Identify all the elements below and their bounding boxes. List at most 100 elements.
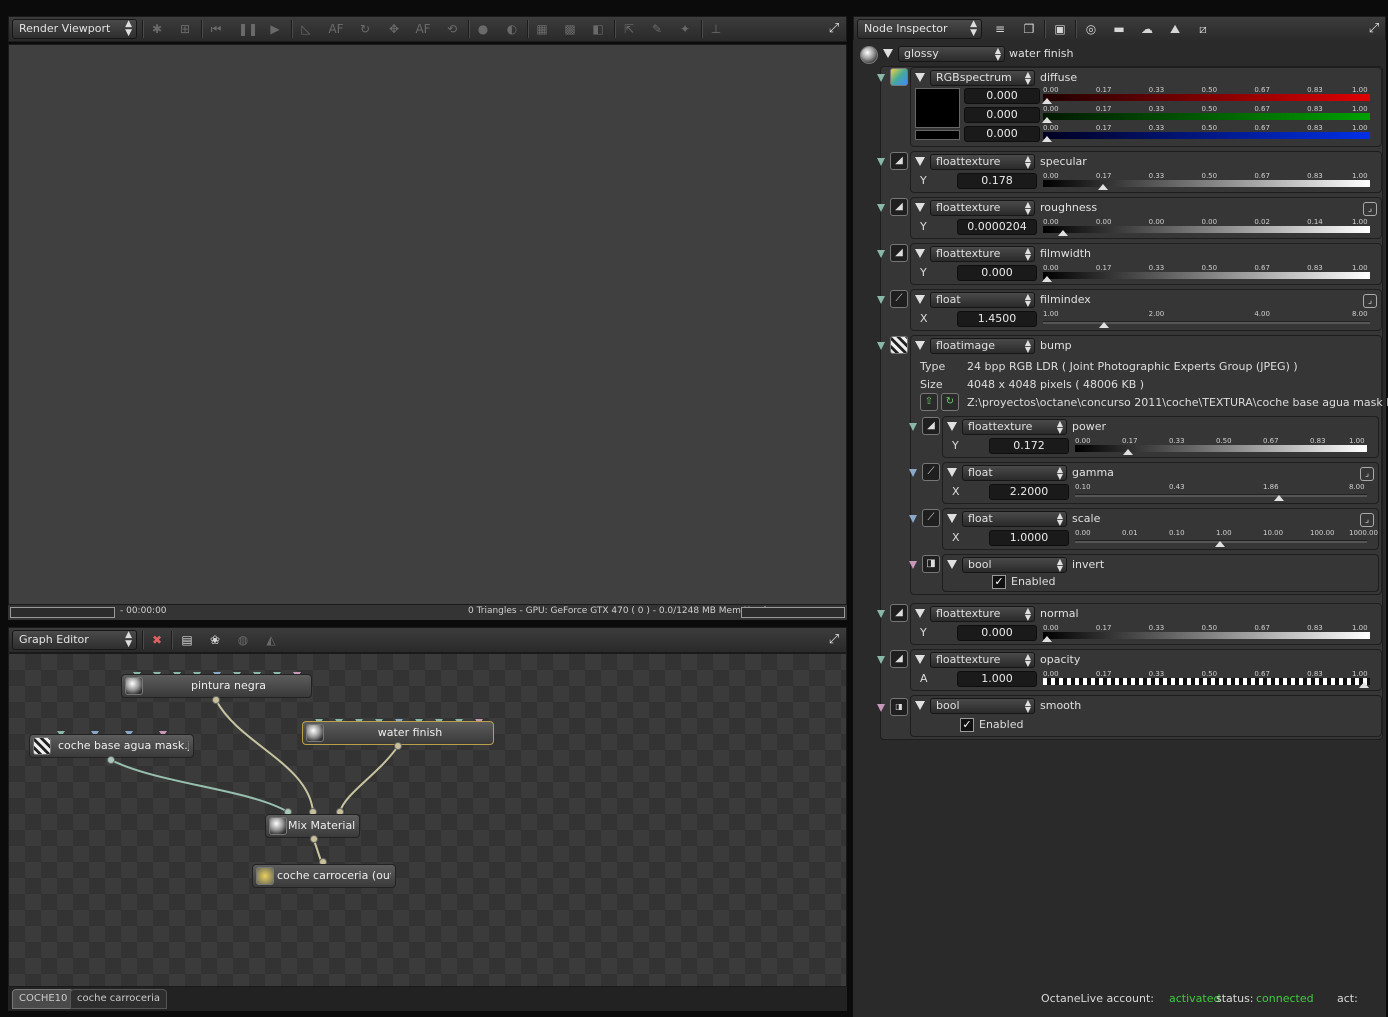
diffuse-green-value[interactable]: 0.000	[964, 107, 1040, 123]
grid-icon[interactable]: ⊞	[176, 20, 194, 38]
output-pin[interactable]	[394, 742, 402, 750]
kernel-icon[interactable]: ◎	[1082, 20, 1100, 38]
output-pin[interactable]	[212, 696, 220, 704]
output-pin[interactable]	[107, 756, 115, 764]
tab-coche10[interactable]: COCHE10	[12, 989, 75, 1009]
slider-track[interactable]	[1043, 180, 1370, 187]
filmwidth-slider[interactable]: 0.00 0.17 0.33 0.50 0.67 0.83 1.00	[1042, 264, 1370, 282]
specular-slider[interactable]: 0.00 0.17 0.33 0.50 0.67 0.83 1.00	[1043, 172, 1370, 190]
delete-icon[interactable]: ✖	[148, 631, 166, 649]
diffuse-red-value[interactable]: 0.000	[964, 88, 1040, 104]
input-pin-icon[interactable]	[877, 250, 885, 258]
opacity-value-field[interactable]: 1.000	[957, 671, 1037, 687]
scale-type-select[interactable]: float ▲ ▼	[962, 511, 1067, 527]
input-pin-icon[interactable]	[909, 561, 917, 569]
camera-settings-icon[interactable]: ▣	[1051, 20, 1069, 38]
specular-type-select[interactable]: floattexture ▲ ▼	[930, 154, 1035, 170]
material-type-select[interactable]: glossy ▲ ▼	[898, 46, 1005, 62]
load-material-icon[interactable]: ❀	[206, 631, 224, 649]
slider-handle[interactable]	[1098, 184, 1109, 190]
diffuse-red-slider[interactable]: 0.00 0.17 0.33 0.50 0.67 0.83 1.00	[1042, 86, 1370, 104]
environment-icon[interactable]: ☁	[1138, 20, 1156, 38]
slider-handle[interactable]	[1122, 449, 1133, 455]
sphere-alt-icon[interactable]: ◐	[503, 20, 521, 38]
input-pin-icon[interactable]	[877, 296, 885, 304]
opacity-type-select[interactable]: floattexture ▲ ▼	[930, 652, 1035, 668]
inspector-selector[interactable]: Node Inspector ▲ ▼	[857, 19, 982, 39]
gamma-slider[interactable]: 0.10 0.43 1.86 8.00	[1075, 483, 1367, 501]
collapse-triangle-icon[interactable]	[915, 203, 925, 212]
collapse-triangle-icon[interactable]	[915, 609, 925, 618]
copy-icon[interactable]: ❐	[1020, 20, 1038, 38]
collapse-triangle-icon[interactable]	[883, 49, 893, 58]
gamma-value-field[interactable]: 2.2000	[989, 484, 1069, 500]
collapse-triangle-icon[interactable]	[915, 295, 925, 304]
curve-icon[interactable]: ⌟	[1363, 294, 1377, 308]
diffuse-type-select[interactable]: RGBspectrum ▲ ▼	[930, 70, 1035, 86]
slider-handle[interactable]	[1099, 322, 1110, 328]
maximize-icon[interactable]: ⤢	[827, 633, 841, 647]
specular-value-field[interactable]: 0.178	[957, 173, 1037, 189]
input-pin-icon[interactable]	[909, 515, 917, 523]
slider-handle[interactable]	[1042, 636, 1052, 642]
roughness-type-select[interactable]: floattexture ▲ ▼	[930, 200, 1035, 216]
input-pin-icon[interactable]	[877, 74, 885, 82]
reload-icon[interactable]: ↻	[941, 393, 959, 411]
slider-track[interactable]	[1043, 678, 1370, 685]
graph-editor-selector[interactable]: Graph Editor ▲ ▼	[12, 630, 137, 650]
invert-type-select[interactable]: bool ▲ ▼	[962, 557, 1067, 573]
output-pin[interactable]	[310, 835, 318, 843]
power-slider[interactable]: 0.00 0.17 0.33 0.50 0.67 0.83 1.00	[1075, 437, 1367, 455]
invert-checkbox[interactable]: ✓	[992, 575, 1006, 589]
normal-value-field[interactable]: 0.000	[957, 625, 1037, 641]
slider-track[interactable]	[1043, 632, 1370, 639]
gamma-type-select[interactable]: float ▲ ▼	[962, 465, 1067, 481]
node-pintura-negra[interactable]: pintura negra	[121, 674, 312, 698]
slider-track[interactable]	[1043, 94, 1370, 101]
tab-coche-carroceria[interactable]: coche carroceria	[70, 989, 168, 1009]
opacity-slider[interactable]: 0.00 0.17 0.33 0.50 0.67 0.83 1.00	[1043, 670, 1370, 688]
filmwidth-type-select[interactable]: floattexture ▲ ▼	[930, 246, 1035, 262]
maximize-icon[interactable]: ⤢	[1367, 22, 1381, 36]
af-icon[interactable]: AF	[327, 20, 345, 38]
slider-handle[interactable]	[1042, 276, 1052, 282]
slider-track[interactable]	[1043, 226, 1370, 233]
region-icon[interactable]: ◧	[589, 20, 607, 38]
camera-icon[interactable]: ✱	[148, 20, 166, 38]
node-coche-carroceria-out[interactable]: coche carroceria (out)	[252, 864, 396, 888]
pan-icon[interactable]: ✥	[385, 20, 403, 38]
diffuse-blue-value[interactable]: 0.000	[964, 126, 1040, 142]
collapse-triangle-icon[interactable]	[947, 514, 957, 523]
rewind-icon[interactable]: ⏮	[207, 20, 225, 38]
add-node-icon[interactable]: ▤	[178, 631, 196, 649]
align-icon[interactable]: ≡	[991, 20, 1009, 38]
slider-track[interactable]	[1043, 132, 1370, 139]
star-icon[interactable]: ✦	[676, 20, 694, 38]
pick-icon[interactable]: ✎	[648, 20, 666, 38]
roughness-slider[interactable]: 0.00 0.00 0.00 0.00 0.02 0.14 1.00	[1043, 218, 1370, 236]
diffuse-green-slider[interactable]: 0.00 0.17 0.33 0.50 0.67 0.83 1.00	[1042, 105, 1370, 123]
slider-track[interactable]	[1043, 321, 1370, 324]
smooth-type-select[interactable]: bool ▲ ▼	[930, 698, 1035, 714]
filmwidth-value-field[interactable]: 0.000	[957, 265, 1037, 281]
collapse-triangle-icon[interactable]	[947, 468, 957, 477]
sphere-icon[interactable]: ●	[474, 20, 492, 38]
slider-handle[interactable]	[1274, 495, 1285, 501]
filmindex-value-field[interactable]: 1.4500	[957, 311, 1037, 327]
input-pin-icon[interactable]	[877, 342, 885, 350]
checker-icon[interactable]: ▦	[533, 20, 551, 38]
scale-value-field[interactable]: 1.0000	[989, 530, 1069, 546]
pause-icon[interactable]: ❚❚	[238, 20, 258, 38]
curve-icon[interactable]: ⌟	[1360, 467, 1374, 481]
slider-handle[interactable]	[1042, 98, 1052, 104]
film-icon[interactable]: ▬	[1110, 20, 1128, 38]
graph-canvas[interactable]: pintura negra water finish coche base ag…	[8, 653, 847, 987]
viewport-selector[interactable]: Render Viewport ▲ ▼	[12, 19, 137, 39]
slider-handle[interactable]	[1359, 682, 1369, 688]
collapse-triangle-icon[interactable]	[947, 560, 957, 569]
filmindex-type-select[interactable]: float ▲ ▼	[930, 292, 1035, 308]
export-icon[interactable]: ⇱	[620, 20, 638, 38]
filmindex-slider[interactable]: 1.00 2.00 4.00 8.00	[1043, 310, 1370, 328]
play-icon[interactable]: ▶	[266, 20, 284, 38]
curve-icon[interactable]: ⌟	[1363, 202, 1377, 216]
